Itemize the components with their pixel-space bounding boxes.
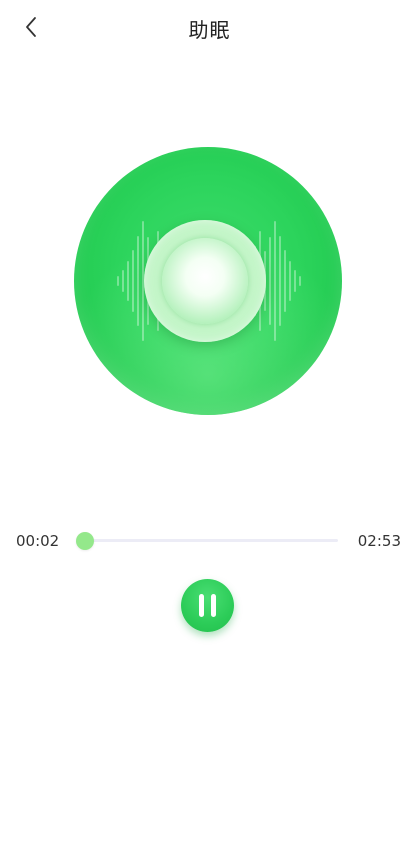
wave-bar [137, 236, 139, 326]
disc-center-orb [162, 238, 248, 324]
wave-bar [269, 237, 271, 325]
wave-bar [284, 250, 286, 312]
wave-bar [299, 276, 301, 286]
wave-bar [122, 270, 124, 292]
progress-thumb[interactable] [76, 532, 95, 550]
current-time: 00:02 [16, 532, 60, 550]
disc-center-ring [144, 220, 266, 342]
wave-bar [274, 221, 276, 341]
wave-bar [279, 236, 281, 326]
header-bar: 助眠 [0, 0, 419, 56]
wave-bar [117, 276, 119, 286]
wave-bar [289, 261, 291, 301]
wave-bar [127, 261, 129, 301]
pause-button[interactable] [181, 579, 234, 632]
wave-bar [294, 270, 296, 292]
sleep-aid-page: 助眠 00:02 02:53 [0, 0, 419, 855]
progress-slider[interactable] [80, 539, 338, 542]
page-title: 助眠 [188, 18, 231, 42]
sound-disc [74, 147, 342, 415]
total-time: 02:53 [357, 532, 401, 550]
wave-bar [132, 250, 134, 312]
